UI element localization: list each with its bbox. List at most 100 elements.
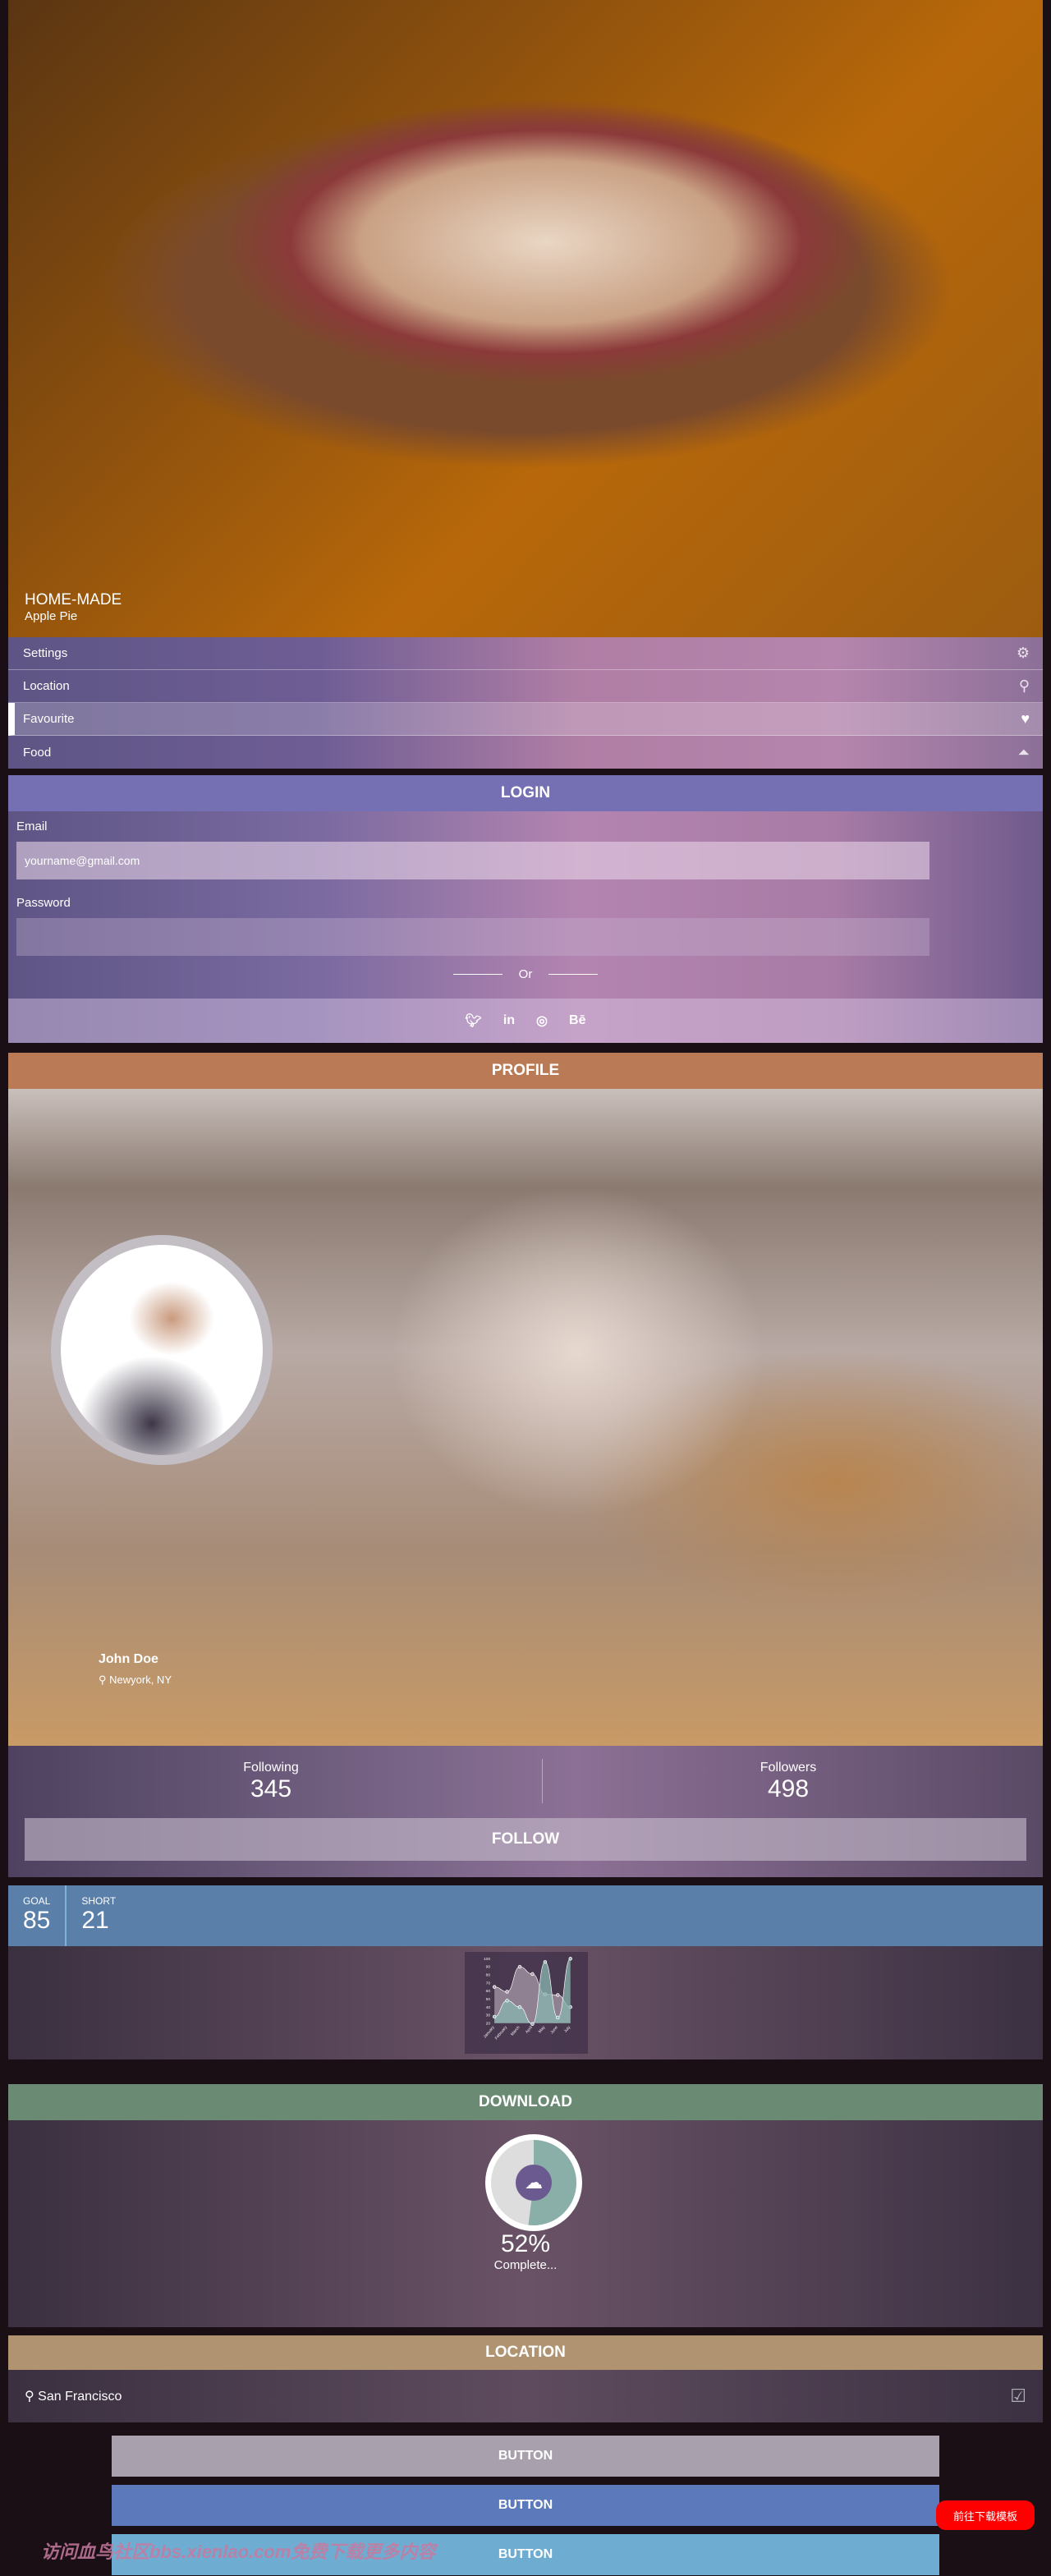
goal-stat: GOAL 85 (8, 1885, 67, 1946)
profile-name: John Doe (99, 1652, 158, 1666)
x-tick-label: January (483, 2025, 496, 2040)
button-1[interactable]: BUTTON (112, 2436, 939, 2477)
location-panel: LOCATION ⚲ San Francisco ☑ (8, 2335, 1043, 2422)
x-tick-label: April (525, 2025, 534, 2034)
chart-panel: 20 30 40 50 60 70 80 90 100 January February March A… (8, 1946, 1043, 2059)
y-tick-label: 80 (486, 1973, 491, 1978)
heart-icon: ♥ (1021, 710, 1030, 727)
button-2[interactable]: BUTTON (112, 2485, 939, 2526)
y-tick-label: 40 (486, 2005, 491, 2010)
data-point (517, 1964, 522, 1969)
y-tick-label: 50 (486, 1997, 491, 2002)
y-tick-label: 70 (486, 1981, 491, 1986)
menu-item-settings[interactable]: Settings ⚙ (8, 637, 1043, 670)
profile-background: John Doe ⚲ Newyork, NY (8, 1089, 1043, 1746)
password-input[interactable] (16, 918, 929, 956)
area-chart: 20 30 40 50 60 70 80 90 100 JanuaryFebruary March A… (465, 1952, 588, 2054)
map-pin-icon: ⚲ (25, 2390, 39, 2404)
login-title: LOGIN (8, 775, 1043, 811)
y-tick-label: 90 (486, 1965, 491, 1970)
followers-count: 498 (767, 1775, 810, 1802)
download-template-button[interactable]: 前往下载模板 (936, 2500, 1035, 2530)
data-point (492, 2014, 497, 2019)
x-tick-label: June (549, 2025, 559, 2035)
menu: Settings ⚙ Location ⚲ Favourite ♥ Food ⏶ (8, 637, 1043, 769)
avatar (51, 1235, 273, 1465)
download-percent: 52% (500, 2230, 551, 2257)
divider (542, 1759, 543, 1803)
watermark: 访问血鸟社区bbs.xienlao.com免费下载更多内容 (41, 2542, 436, 2562)
data-point (556, 1993, 560, 1997)
food-cover-icon: ⏶ (1017, 743, 1030, 760)
x-tick-label: February (494, 2025, 509, 2041)
location-title: LOCATION (8, 2335, 1043, 2370)
data-point (556, 2015, 560, 2020)
profile-panel: PROFILE John Doe ⚲ Newyork, NY Following… (8, 1053, 1043, 1877)
menu-label: Location (23, 679, 70, 693)
short-label: SHORT (81, 1895, 117, 1907)
login-panel: LOGIN Email yourname@gmail.com Password … (8, 775, 1043, 1043)
behance-icon[interactable]: Bē (569, 1013, 585, 1028)
password-label: Password (16, 896, 71, 910)
location-city: ⚲ San Francisco (25, 2388, 122, 2404)
follow-button[interactable]: FOLLOW (25, 1818, 1026, 1861)
linkedin-icon[interactable]: in (503, 1013, 515, 1028)
goal-value: 85 (23, 1907, 51, 1934)
profile-title: PROFILE (8, 1053, 1043, 1089)
location-text: Newyork, NY (109, 1674, 172, 1686)
data-point (568, 1957, 572, 1961)
gear-icon: ⚙ (1016, 645, 1030, 661)
dribbble-icon[interactable]: ◎ (536, 1012, 548, 1029)
location-row[interactable]: ⚲ San Francisco ☑ (8, 2370, 1043, 2422)
twitter-icon[interactable]: 🐦︎ (466, 1012, 482, 1029)
email-label: Email (16, 820, 48, 833)
data-point (505, 1999, 509, 2003)
following-stat[interactable]: Following 345 (148, 1761, 394, 1803)
menu-label: Favourite (23, 712, 75, 726)
or-divider: Or (8, 967, 1043, 981)
goal-bar: GOAL 85 SHORT 21 (8, 1885, 1043, 1946)
y-tick-label: 100 (484, 1957, 491, 1962)
menu-item-food[interactable]: Food ⏶ (8, 736, 1043, 769)
download-progress-ring: ☁ (485, 2134, 582, 2231)
map-pin-icon: ⚲ (1018, 677, 1030, 694)
short-stat: SHORT 21 (67, 1885, 131, 1946)
download-panel: DOWNLOAD ☁ 52% Complete... (8, 2084, 1043, 2327)
hero-subtitle: Apple Pie (25, 609, 78, 623)
short-value: 21 (81, 1907, 109, 1934)
y-tick-label: 20 (486, 2021, 491, 2026)
social-bar: 🐦︎ in ◎ Bē (8, 999, 1043, 1043)
map-pin-icon: ⚲ (99, 1674, 110, 1686)
data-point (505, 1990, 509, 1994)
menu-label: Settings (23, 646, 68, 660)
download-title: DOWNLOAD (8, 2084, 1043, 2120)
profile-location: ⚲ Newyork, NY (99, 1674, 172, 1687)
menu-label: Food (23, 745, 52, 760)
followers-label: Followers (760, 1761, 817, 1775)
hero-image: HOME-MADE Apple Pie (8, 0, 1043, 637)
followers-stat[interactable]: Followers 498 (665, 1761, 911, 1803)
x-tick-label: May (538, 2025, 547, 2034)
check-icon[interactable]: ☑ (1010, 2385, 1026, 2407)
cloud-download-icon[interactable]: ☁ (525, 2172, 543, 2193)
city-text: San Francisco (38, 2390, 122, 2404)
following-count: 345 (250, 1775, 292, 1802)
menu-item-favourite[interactable]: Favourite ♥ (8, 703, 1043, 736)
download-status: Complete... (493, 2258, 558, 2272)
data-point (517, 2004, 522, 2009)
email-input[interactable]: yourname@gmail.com (16, 842, 929, 879)
data-point (543, 1959, 548, 1964)
data-point (492, 1985, 497, 1989)
or-text: Or (518, 967, 533, 981)
x-tick-label: March (510, 2025, 521, 2037)
data-point (530, 2022, 535, 2027)
goal-label: GOAL (23, 1895, 51, 1907)
following-label: Following (243, 1761, 299, 1775)
data-point (530, 1972, 535, 1977)
hero-title: HOME-MADE (25, 591, 122, 608)
y-tick-label: 30 (486, 2014, 491, 2018)
menu-item-location[interactable]: Location ⚲ (8, 670, 1043, 703)
x-tick-label: July (563, 2025, 572, 2034)
profile-stats: Following 345 Followers 498 FOLLOW (8, 1746, 1043, 1877)
y-tick-label: 60 (486, 1989, 491, 1994)
